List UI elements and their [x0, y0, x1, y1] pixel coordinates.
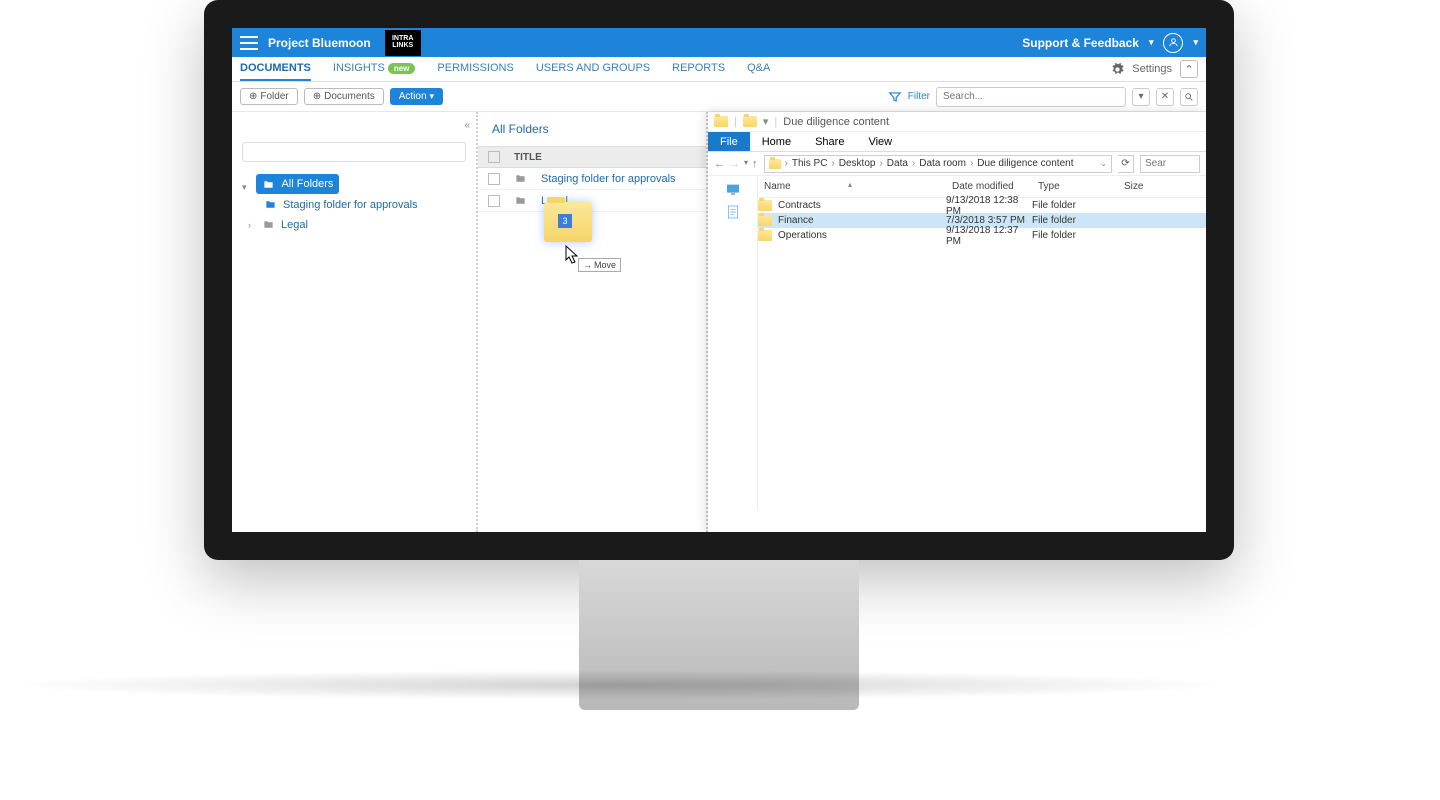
monitor-bezel: Project Bluemoon INTRA LINKS Support & F… [204, 0, 1234, 560]
expand-icon[interactable]: ⌃ [1180, 60, 1198, 78]
document-icon[interactable] [725, 204, 741, 220]
crumb-thispc[interactable]: This PC [792, 158, 828, 169]
monitor-shadow [4, 670, 1234, 700]
folder-icon [758, 200, 772, 211]
window-title: Due diligence content [783, 116, 889, 128]
crumb-data[interactable]: Data [887, 158, 908, 169]
explorer-search-input[interactable] [1140, 155, 1200, 173]
new-folder-button[interactable]: ⊕Folder [240, 88, 298, 105]
workspace: « ▾ All Folders Staging folder for appro… [232, 112, 1206, 532]
col-date[interactable]: Date modified [946, 181, 1032, 192]
tree-item-staging[interactable]: Staging folder for approvals [264, 195, 466, 215]
action-button[interactable]: Action▾ [390, 88, 443, 105]
list-header: TITLE [478, 146, 706, 168]
row-checkbox[interactable] [488, 195, 500, 207]
collapse-tree-icon[interactable]: « [464, 120, 470, 131]
support-link[interactable]: Support & Feedback [1022, 36, 1139, 50]
folder-icon [758, 215, 772, 226]
hamburger-icon[interactable] [240, 34, 258, 52]
folder-icon [514, 173, 527, 184]
project-title: Project Bluemoon [268, 36, 371, 50]
tab-users[interactable]: USERS AND GROUPS [536, 57, 650, 81]
tab-documents[interactable]: DOCUMENTS [240, 57, 311, 81]
folder-icon [514, 195, 527, 206]
tree-item-legal[interactable]: Legal [262, 215, 308, 235]
chevron-down-icon[interactable]: ▾ [1193, 37, 1198, 48]
sort-asc-icon: ▴ [848, 180, 852, 189]
ribbon-tab-share[interactable]: Share [803, 132, 856, 151]
nav-back-icon[interactable]: ← [714, 158, 725, 170]
ribbon-tab-file[interactable]: File [708, 132, 750, 151]
select-all-checkbox[interactable] [488, 151, 500, 163]
explorer-row-operations[interactable]: Operations 9/13/2018 12:37 PM File folde… [758, 228, 1206, 243]
explorer-row-contracts[interactable]: Contracts 9/13/2018 12:38 PM File folder [758, 198, 1206, 213]
filter-label[interactable]: Filter [908, 91, 930, 102]
brand-badge: INTRA LINKS [385, 30, 421, 56]
list-row-staging[interactable]: Staging folder for approvals [478, 168, 706, 190]
crumb-dataroom[interactable]: Data room [919, 158, 966, 169]
drag-ghost: 3 →Move [544, 202, 604, 262]
nav-up-icon[interactable]: ↑ [752, 158, 758, 170]
explorer-titlebar: | ▾ | Due diligence content [708, 112, 1206, 132]
folder-icon [743, 116, 757, 127]
explorer-file-list: Name▴ Date modified Type Size Contracts … [758, 176, 1206, 510]
chevron-down-icon[interactable]: ▾ [1149, 37, 1154, 48]
search-icon [1184, 92, 1194, 102]
folder-icon [714, 116, 728, 127]
explorer-ribbon: File Home Share View [708, 132, 1206, 152]
ribbon-tab-home[interactable]: Home [750, 132, 803, 151]
drag-folder-icon: 3 [544, 202, 592, 242]
folder-list-pane: All Folders TITLE Staging folder for app… [478, 112, 708, 532]
chevron-down-icon[interactable]: ▾ [242, 182, 252, 193]
user-avatar-icon[interactable] [1163, 33, 1183, 53]
col-title[interactable]: TITLE [514, 152, 542, 163]
clear-search-button[interactable]: ✕ [1156, 88, 1174, 106]
monitor-frame: Project Bluemoon INTRA LINKS Support & F… [204, 0, 1234, 680]
tab-permissions[interactable]: PERMISSIONS [437, 57, 513, 81]
folder-icon [769, 159, 781, 169]
new-documents-button[interactable]: ⊕Documents [304, 88, 384, 105]
tab-qa[interactable]: Q&A [747, 57, 770, 81]
nav-forward-icon[interactable]: → [729, 158, 740, 170]
toolbar: ⊕Folder ⊕Documents Action▾ Filter ▾ ✕ [232, 82, 1206, 112]
tab-insights[interactable]: INSIGHTS new [333, 57, 416, 81]
search-go-button[interactable] [1180, 88, 1198, 106]
nav-tabs: DOCUMENTS INSIGHTS new PERMISSIONS USERS… [232, 57, 1206, 82]
drag-count-badge: 3 [558, 214, 572, 228]
col-size[interactable]: Size [1118, 181, 1178, 192]
filter-icon[interactable] [888, 90, 902, 104]
folder-tree-pane: « ▾ All Folders Staging folder for appro… [232, 112, 478, 532]
row-checkbox[interactable] [488, 173, 500, 185]
app-header: Project Bluemoon INTRA LINKS Support & F… [232, 28, 1206, 57]
new-badge: new [388, 63, 416, 74]
tree-root[interactable]: All Folders [256, 174, 339, 194]
search-dropdown-button[interactable]: ▾ [1132, 88, 1150, 106]
crumb-desktop[interactable]: Desktop [839, 158, 876, 169]
nav-recent-icon[interactable]: ▾ [744, 158, 748, 170]
explorer-address-bar: ← → ▾ ↑ › This PC› Desktop› Data› Data r… [708, 152, 1206, 176]
settings-link[interactable]: Settings [1132, 63, 1172, 75]
col-type[interactable]: Type [1032, 181, 1118, 192]
refresh-icon[interactable]: ⟳ [1118, 155, 1134, 173]
search-input[interactable] [936, 87, 1126, 107]
addr-dropdown-icon[interactable]: ⌄ [1100, 159, 1107, 168]
move-tooltip: →Move [578, 258, 621, 272]
chevron-right-icon[interactable]: › [248, 220, 258, 230]
app-screen: Project Bluemoon INTRA LINKS Support & F… [232, 28, 1206, 532]
windows-explorer-window: | ▾ | Due diligence content File Home Sh… [708, 112, 1206, 532]
crumb-duediligence[interactable]: Due diligence content [977, 158, 1073, 169]
ribbon-tab-view[interactable]: View [856, 132, 904, 151]
tab-reports[interactable]: REPORTS [672, 57, 725, 81]
tree-search-input[interactable] [242, 142, 466, 162]
folder-icon [758, 230, 772, 241]
monitor-icon[interactable] [725, 182, 741, 198]
explorer-sidebar [708, 176, 758, 510]
breadcrumb-bar[interactable]: › This PC› Desktop› Data› Data room› Due… [764, 155, 1112, 173]
col-name[interactable]: Name▴ [758, 181, 946, 192]
gear-icon[interactable] [1111, 63, 1124, 76]
list-title: All Folders [478, 112, 706, 146]
